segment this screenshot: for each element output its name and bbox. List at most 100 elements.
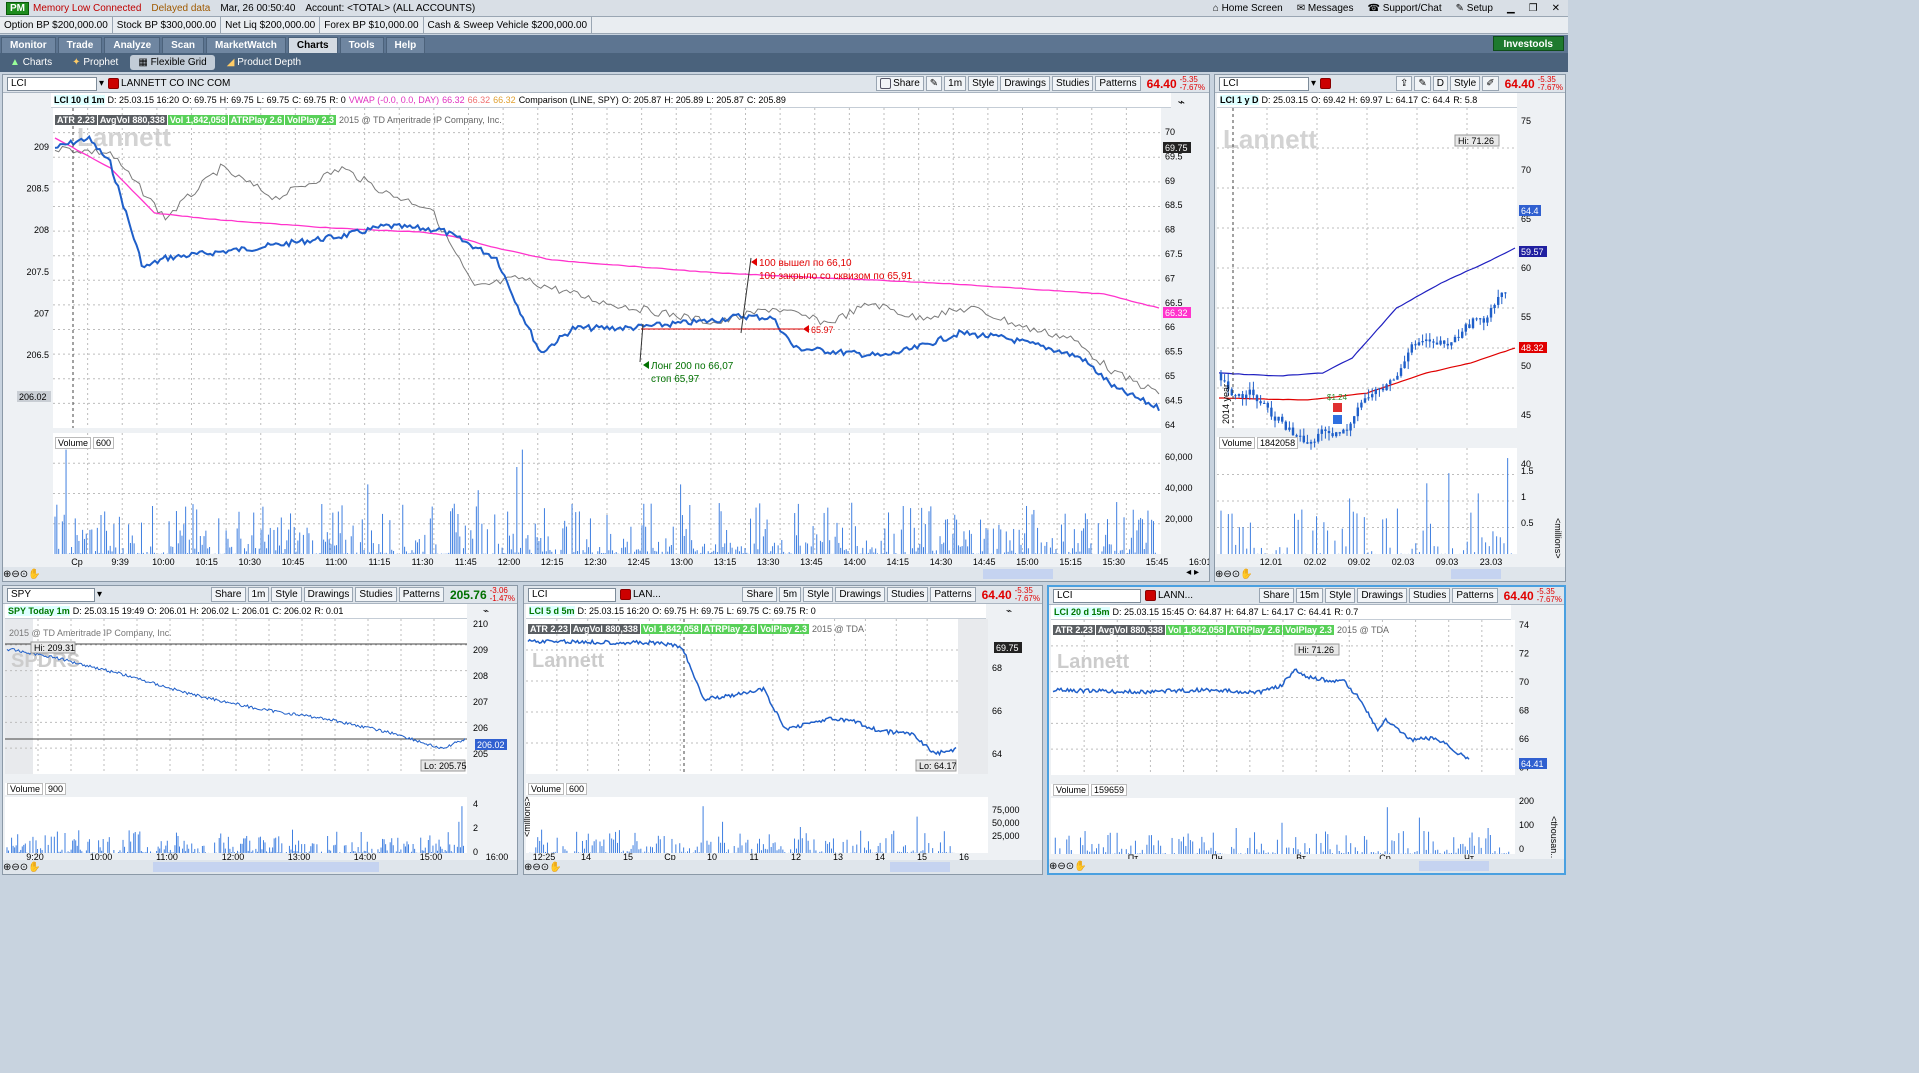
- link-icon[interactable]: [1320, 78, 1332, 89]
- study-atr[interactable]: ATR 2.23: [528, 624, 570, 634]
- lci5-drawings-button[interactable]: Drawings: [835, 587, 885, 602]
- pan-icon[interactable]: ✋: [549, 862, 561, 873]
- dividend-icon[interactable]: [1333, 415, 1342, 424]
- lci5-studies-button[interactable]: Studies: [887, 587, 929, 602]
- interval-button[interactable]: 1m: [944, 76, 967, 91]
- chart-scrollbar[interactable]: ⊕ ⊖ ⊙ ✋ ◂ ▸: [3, 567, 1209, 581]
- zoom-out-icon[interactable]: ⊖: [1223, 569, 1231, 580]
- daily-scrollbar[interactable]: ⊕ ⊖ ⊙ ✋: [1215, 567, 1565, 581]
- drawings-icon[interactable]: ✐: [1482, 76, 1499, 91]
- style-button[interactable]: Style: [968, 76, 999, 91]
- scroll-thumb[interactable]: [1451, 569, 1501, 579]
- home-screen-button[interactable]: ⌂ Home Screen: [1213, 3, 1283, 14]
- zoom-reset-icon[interactable]: ⊙: [1232, 569, 1240, 580]
- lci5-share-button[interactable]: Share: [742, 587, 778, 602]
- study-atrplay[interactable]: ATRPlay 2.6: [228, 115, 285, 125]
- spy-drawings-button[interactable]: Drawings: [303, 587, 354, 602]
- tab-marketwatch[interactable]: MarketWatch: [206, 36, 286, 54]
- study-atrplay[interactable]: ATRPlay 2.6: [701, 624, 758, 634]
- symbol-input[interactable]: LCI: [7, 76, 97, 91]
- study-avgvol[interactable]: AvgVol 880,338: [97, 115, 167, 125]
- lci20-scrollbar[interactable]: ⊕ ⊖ ⊙ ✋: [1049, 859, 1564, 873]
- zoom-in-icon[interactable]: ⊕: [1049, 861, 1057, 872]
- study-volplay[interactable]: VolPlay 2.3: [1283, 625, 1334, 635]
- lci20-style-button[interactable]: Style: [1325, 588, 1356, 603]
- zoom-reset-icon[interactable]: ⊙: [20, 862, 28, 873]
- subtab-charts[interactable]: ▲ Charts: [2, 55, 60, 70]
- drawings-button[interactable]: Drawings: [1000, 76, 1050, 91]
- subtab-flexible-grid[interactable]: ▦ Flexible Grid: [130, 55, 215, 70]
- tab-charts[interactable]: Charts: [287, 36, 338, 54]
- spy-interval-button[interactable]: 1m: [247, 587, 270, 602]
- lci5-scrollbar[interactable]: ⊕ ⊖ ⊙ ✋: [524, 860, 1042, 874]
- investools-button[interactable]: Investools: [1492, 36, 1564, 51]
- study-atr[interactable]: ATR 2.23: [55, 115, 97, 125]
- scroll-thumb[interactable]: [983, 569, 1053, 579]
- tools-icon[interactable]: ✎: [925, 76, 943, 91]
- pan-icon[interactable]: ✋: [28, 862, 40, 873]
- zoom-reset-icon[interactable]: ⊙: [541, 862, 549, 873]
- zoom-out-icon[interactable]: ⊖: [11, 569, 19, 580]
- setup-button[interactable]: ✎ Setup: [1456, 3, 1493, 14]
- account-selector[interactable]: Account: <TOTAL> (ALL ACCOUNTS): [305, 3, 475, 14]
- lci20-patterns-button[interactable]: Patterns: [1452, 588, 1498, 603]
- dropdown-icon[interactable]: ▾: [97, 589, 102, 600]
- lci20-symbol-input[interactable]: LCI: [1053, 588, 1141, 603]
- study-volplay[interactable]: VolPlay 2.3: [758, 624, 809, 634]
- scroll-thumb[interactable]: [890, 862, 950, 872]
- lci5-patterns-button[interactable]: Patterns: [930, 587, 976, 602]
- dropdown-icon[interactable]: ▾: [1311, 78, 1316, 89]
- lci20-interval-button[interactable]: 15m: [1295, 588, 1324, 603]
- study-vol[interactable]: Vol 1,842,058: [640, 624, 701, 634]
- zoom-in-icon[interactable]: ⊕: [3, 569, 11, 580]
- chart-settings-icon[interactable]: ⌁: [1006, 606, 1012, 617]
- lci20-studies-button[interactable]: Studies: [1409, 588, 1451, 603]
- messages-button[interactable]: ✉ Messages: [1297, 3, 1354, 14]
- daily-style-button[interactable]: Style: [1449, 76, 1481, 91]
- lci20-drawings-button[interactable]: Drawings: [1357, 588, 1407, 603]
- link-icon[interactable]: [1145, 590, 1156, 601]
- zoom-reset-icon[interactable]: ⊙: [20, 569, 28, 580]
- lci20-share-button[interactable]: Share: [1258, 588, 1294, 603]
- zoom-out-icon[interactable]: ⊖: [532, 862, 540, 873]
- share-icon[interactable]: ⇪: [1395, 76, 1413, 91]
- link-icon[interactable]: [620, 589, 631, 600]
- spy-share-button[interactable]: Share: [210, 587, 246, 602]
- lci5-symbol-input[interactable]: LCI: [528, 587, 616, 602]
- studies-button[interactable]: Studies: [1052, 76, 1094, 91]
- pan-icon[interactable]: ✋: [1240, 569, 1252, 580]
- spy-studies-button[interactable]: Studies: [355, 587, 397, 602]
- study-avgvol[interactable]: AvgVol 880,338: [570, 624, 640, 634]
- study-atr[interactable]: ATR 2.23: [1053, 625, 1095, 635]
- zoom-in-icon[interactable]: ⊕: [1215, 569, 1223, 580]
- study-atrplay[interactable]: ATRPlay 2.6: [1226, 625, 1283, 635]
- spy-style-button[interactable]: Style: [271, 587, 302, 602]
- zoom-reset-icon[interactable]: ⊙: [1066, 861, 1074, 872]
- dropdown-icon[interactable]: ▾: [99, 78, 104, 89]
- daily-interval-button[interactable]: D: [1432, 76, 1448, 91]
- support-chat-button[interactable]: ☎ Support/Chat: [1367, 3, 1441, 14]
- spy-symbol-input[interactable]: SPY: [7, 587, 95, 602]
- spy-patterns-button[interactable]: Patterns: [398, 587, 444, 602]
- subtab-product-depth[interactable]: ◢ Product Depth: [219, 55, 309, 70]
- chart-settings-icon[interactable]: ⌁: [1178, 95, 1185, 109]
- tab-scan[interactable]: Scan: [162, 36, 205, 54]
- tab-help[interactable]: Help: [385, 36, 426, 54]
- scroll-arrows-icon[interactable]: ◂ ▸: [1186, 567, 1199, 578]
- minimize-button[interactable]: ▁: [1507, 3, 1515, 14]
- scroll-thumb[interactable]: [1419, 861, 1489, 871]
- tab-monitor[interactable]: Monitor: [1, 36, 56, 54]
- zoom-in-icon[interactable]: ⊕: [3, 862, 11, 873]
- lci5-style-button[interactable]: Style: [803, 587, 834, 602]
- tools-icon[interactable]: ✎: [1414, 76, 1431, 91]
- tab-tools[interactable]: Tools: [339, 36, 384, 54]
- subtab-prophet[interactable]: ✦ Prophet: [64, 55, 126, 70]
- lci5-interval-button[interactable]: 5m: [779, 587, 802, 602]
- maximize-button[interactable]: ❐: [1529, 3, 1538, 14]
- share-button[interactable]: Share: [876, 76, 924, 91]
- link-icon[interactable]: [108, 78, 120, 89]
- zoom-in-icon[interactable]: ⊕: [524, 862, 532, 873]
- daily-symbol-input[interactable]: LCI: [1219, 76, 1309, 91]
- study-volplay[interactable]: VolPlay 2.3: [285, 115, 336, 125]
- study-vol[interactable]: Vol 1,842,058: [167, 115, 228, 125]
